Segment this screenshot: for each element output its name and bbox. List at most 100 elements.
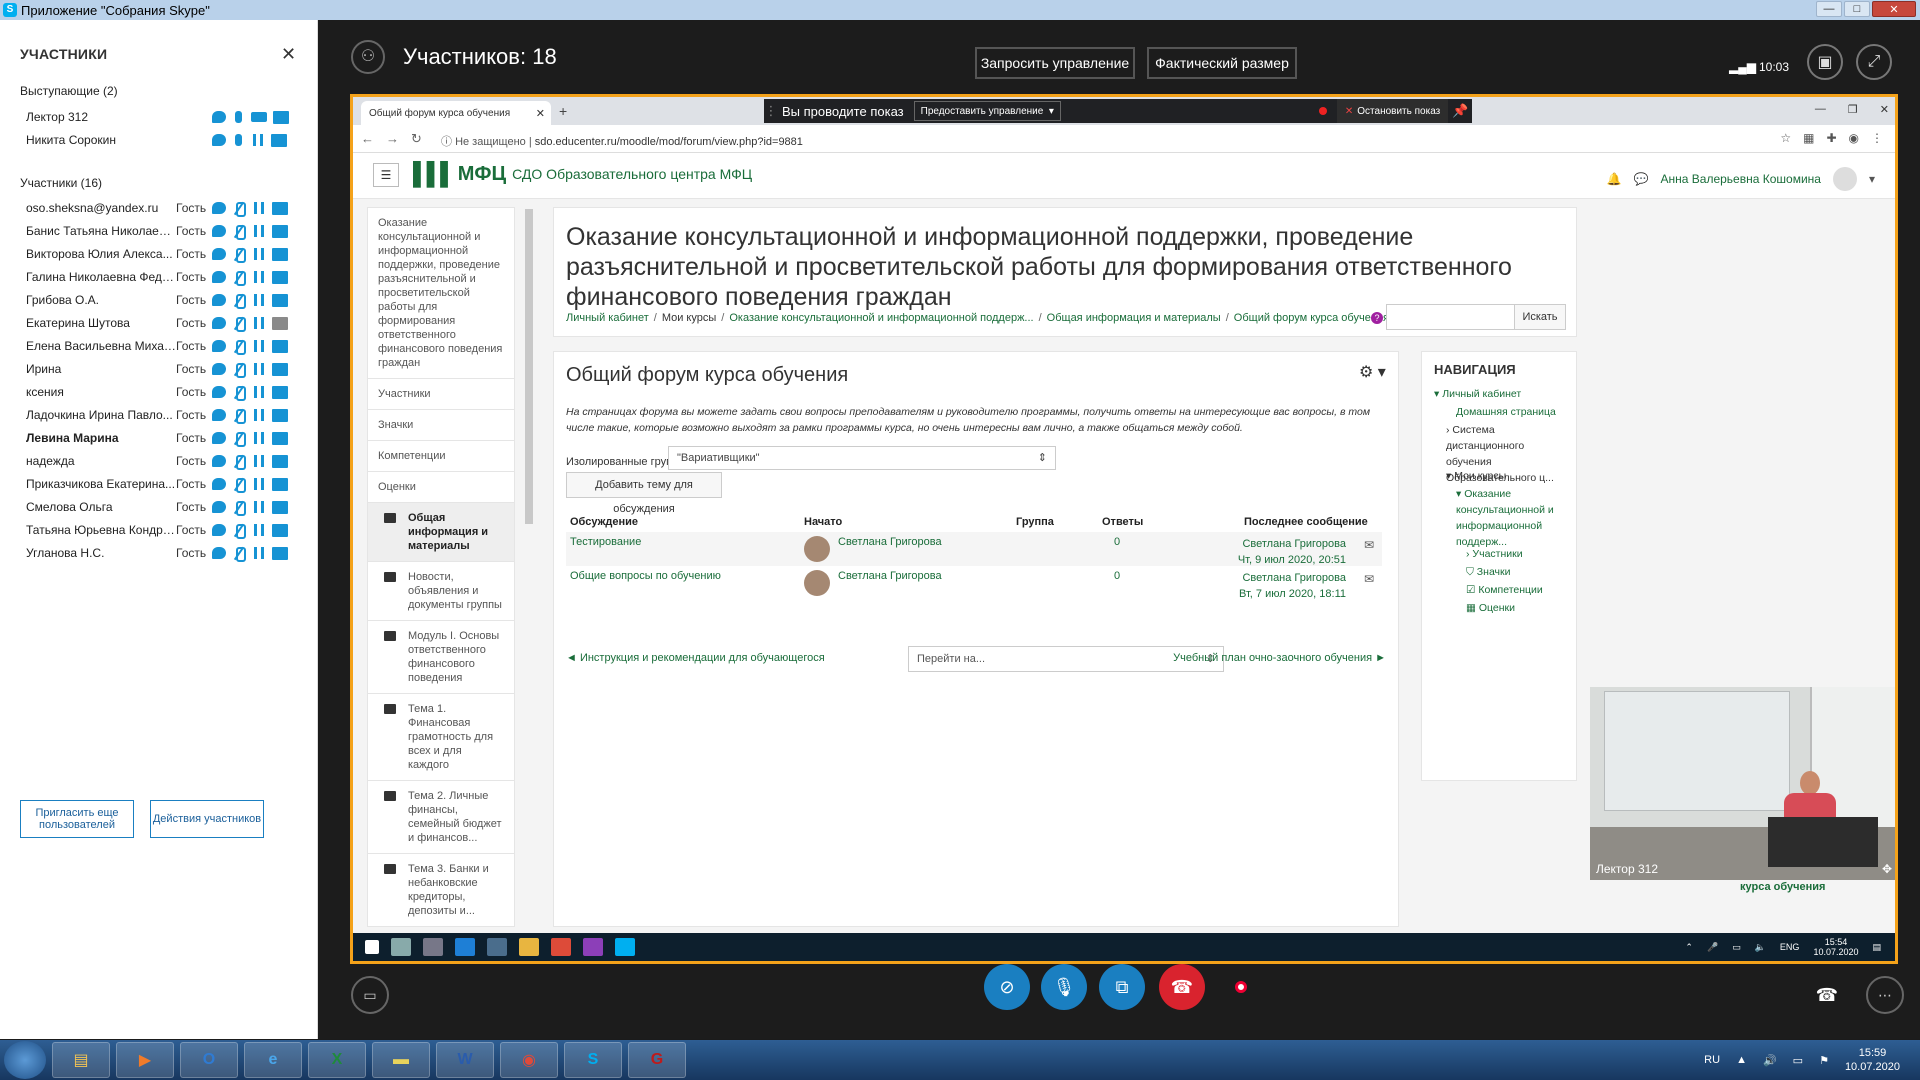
profile-icon[interactable]: ◉ <box>1849 131 1859 145</box>
minimize-button[interactable]: — <box>1816 1 1842 17</box>
chrome-icon[interactable] <box>551 938 571 956</box>
edge-icon[interactable] <box>455 938 475 956</box>
pdf-icon[interactable]: G <box>628 1042 686 1078</box>
puzzle-icon[interactable]: ✚ <box>1826 131 1836 145</box>
tray-up-icon[interactable]: ▲ <box>1736 1054 1747 1066</box>
groups-select[interactable]: "Вариативщики" ⇕ <box>668 446 1056 470</box>
discussion-link[interactable]: Тестирование <box>570 536 641 548</box>
stop-show-button[interactable]: ✕ Остановить показ <box>1336 99 1449 123</box>
task-view-icon[interactable] <box>423 938 443 956</box>
reload-icon[interactable]: ↻ <box>411 131 422 147</box>
menu-icon[interactable]: ⋮ <box>1871 131 1883 145</box>
excel-icon[interactable]: X <box>308 1042 366 1078</box>
calculator-icon[interactable] <box>487 938 507 956</box>
nav-item[interactable]: ▾ Личный кабинет <box>1434 386 1574 402</box>
nav-item[interactable]: ▦ Оценки <box>1466 600 1576 616</box>
participant-row[interactable]: Елена Васильевна Михай... Гость <box>26 337 298 355</box>
course-nav-item[interactable]: Новости, объявления и документы группы <box>368 562 514 621</box>
breadcrumb-item[interactable]: Оказание консультационной и информационн… <box>729 312 1033 324</box>
participant-row[interactable]: Екатерина Шутова Гость <box>26 314 298 332</box>
flag-icon[interactable]: ⚑ <box>1819 1054 1829 1067</box>
grip-icon[interactable]: ⋮ <box>764 103 778 119</box>
breadcrumb-item[interactable]: Общий форум курса обучения <box>1234 312 1389 324</box>
chrome-minimize-icon[interactable]: — <box>1815 103 1826 116</box>
next-activity-link[interactable]: Учебный план очно-заочного обучения ► <box>1173 652 1386 664</box>
participant-row[interactable]: Смелова Ольга Гость <box>26 498 298 516</box>
breadcrumb-item[interactable]: Общая информация и материалы <box>1047 312 1221 324</box>
participant-row[interactable]: Левина Марина Гость <box>26 429 298 447</box>
participant-row[interactable]: Лектор 312 <box>26 108 298 126</box>
outlook-icon[interactable]: O <box>180 1042 238 1078</box>
prev-activity-link[interactable]: ◄ Инструкция и рекомендации для обучающе… <box>566 652 825 664</box>
url-field[interactable]: ⓘ Не защищено | sdo.educenter.ru/moodle/… <box>441 133 803 149</box>
author-link[interactable]: Светлана Григорова <box>838 536 942 548</box>
explorer-icon[interactable]: ▤ <box>52 1042 110 1078</box>
author-link[interactable]: Светлана Григорова <box>838 570 942 582</box>
nav-item[interactable]: › Участники <box>1466 546 1576 562</box>
chat-icon[interactable]: ▭ <box>351 976 389 1014</box>
request-control-button[interactable]: Запросить управление <box>975 47 1135 79</box>
course-nav-item[interactable]: Оценки <box>368 472 514 503</box>
give-control-dropdown[interactable]: Предоставить управление ▾ <box>913 101 1061 121</box>
camera-off-button[interactable]: ⊘ <box>984 964 1030 1010</box>
participant-row[interactable]: oso.sheksna@yandex.ru Гость <box>26 199 298 217</box>
video-preview[interactable]: Лектор 312 ✥ <box>1590 687 1895 880</box>
close-icon[interactable]: ✕ <box>281 44 296 65</box>
fullscreen-icon[interactable]: ⤢ <box>1856 44 1892 80</box>
mic-off-button[interactable]: 🎙 <box>1041 964 1087 1010</box>
user-avatar[interactable] <box>1832 167 1857 191</box>
skype-app-icon[interactable]: S <box>564 1042 622 1078</box>
actual-size-button[interactable]: Фактический размер <box>1147 47 1297 79</box>
participant-row[interactable]: Угланова Н.С. Гость <box>26 544 298 562</box>
add-topic-button[interactable]: Добавить тему для обсуждения <box>566 472 722 515</box>
maximize-button[interactable]: □ <box>1844 1 1870 17</box>
windows-start-icon[interactable] <box>365 940 379 954</box>
browser-tab[interactable]: Общий форум курса обучения ✕ <box>361 101 551 125</box>
sound-icon[interactable]: 🔊 <box>1763 1054 1777 1067</box>
share-button[interactable]: ⧉ <box>1099 964 1145 1010</box>
replies-count[interactable]: 0 <box>1114 570 1120 582</box>
gear-icon[interactable]: ⚙ ▾ <box>1359 362 1386 382</box>
record-button[interactable] <box>1218 964 1264 1010</box>
course-nav-item[interactable]: Модуль I. Основы ответственного финансов… <box>368 621 514 694</box>
scrollbar[interactable] <box>525 209 533 524</box>
hamburger-icon[interactable]: ☰ <box>373 163 399 187</box>
move-icon[interactable]: ✥ <box>1882 862 1892 876</box>
chrome-restore-icon[interactable]: ❐ <box>1848 103 1858 116</box>
tray-arrow-icon[interactable]: ⌃ <box>1685 942 1693 953</box>
participant-row[interactable]: Никита Сорокин <box>26 131 298 149</box>
participant-actions-button[interactable]: Действия участников <box>150 800 264 838</box>
extension-icon[interactable]: ▦ <box>1803 131 1814 145</box>
replies-count[interactable]: 0 <box>1114 536 1120 548</box>
participant-row[interactable]: Викторова Юлия Алекса... Гость <box>26 245 298 263</box>
course-nav-item[interactable]: Значки <box>368 410 514 441</box>
network-icon[interactable]: ▭ <box>1793 1054 1803 1067</box>
forward-icon[interactable]: → <box>386 131 399 147</box>
close-tab-icon[interactable]: ✕ <box>536 107 545 120</box>
invite-button[interactable]: Пригласить еще пользователей <box>20 800 134 838</box>
help-icon[interactable]: ? <box>1371 312 1383 324</box>
last-post[interactable]: Светлана Григорова Вт, 7 июл 2020, 18:11 <box>1239 570 1346 602</box>
chrome-taskbar-icon[interactable]: ◉ <box>500 1042 558 1078</box>
bell-icon[interactable]: 🔔 <box>1607 172 1622 186</box>
lang-indicator[interactable]: RU <box>1704 1054 1720 1066</box>
course-nav-item[interactable]: Оказание консультационной и информационн… <box>368 208 514 379</box>
messages-icon[interactable]: 💬 <box>1634 172 1649 186</box>
layout-icon[interactable]: ▣ <box>1807 44 1843 80</box>
star-icon[interactable]: ☆ <box>1780 131 1791 145</box>
search-icon[interactable] <box>391 938 411 956</box>
participant-row[interactable]: Татьяна Юрьевна Кондра... Гость <box>26 521 298 539</box>
subscribe-icon[interactable]: ✉ <box>1364 538 1374 552</box>
tray-volume-icon[interactable]: 🔈 <box>1755 942 1766 953</box>
start-button[interactable] <box>4 1041 46 1079</box>
more-options-icon[interactable]: ⋯ <box>1866 976 1904 1014</box>
participants-icon[interactable]: ⚇ <box>351 40 385 74</box>
nav-item[interactable]: Домашняя страница <box>1456 404 1576 420</box>
course-nav-item[interactable]: Тема 1. Финансовая грамотность для всех … <box>368 694 514 781</box>
breadcrumb-item[interactable]: Мои курсы <box>662 312 716 324</box>
dialpad-icon[interactable]: ☎ <box>1808 976 1846 1014</box>
course-nav-item[interactable]: Участники <box>368 379 514 410</box>
nav-item[interactable]: ▾ Мои курсы <box>1446 468 1572 484</box>
word-icon[interactable]: W <box>436 1042 494 1078</box>
media-player-icon[interactable]: ▶ <box>116 1042 174 1078</box>
